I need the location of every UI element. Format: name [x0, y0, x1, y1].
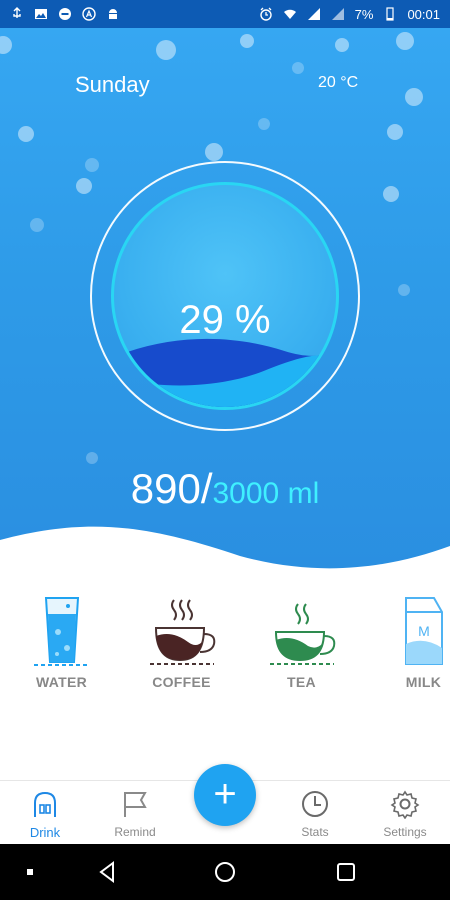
nav-label: Stats: [301, 825, 329, 839]
bubble: [398, 284, 410, 296]
bubble: [205, 143, 223, 161]
intake-current: 890/: [130, 465, 213, 512]
battery-percent: 7%: [354, 6, 374, 22]
image-icon: [34, 7, 48, 21]
svg-text:M: M: [418, 623, 430, 639]
drink-icon: [34, 791, 56, 817]
signal-icon: [307, 7, 321, 21]
nav-stats[interactable]: Stats: [275, 789, 355, 839]
clock-time: 00:01: [407, 6, 440, 22]
menu-dot-icon[interactable]: [18, 860, 42, 884]
progress-circle: [111, 182, 339, 410]
android-icon: [106, 7, 120, 21]
status-left-icons: [10, 7, 120, 21]
hero-bottom-wave: [0, 526, 450, 588]
tea-cup-icon: [269, 603, 335, 665]
clock-icon: [302, 791, 328, 817]
intake-amount: 890/3000 ml: [0, 465, 450, 513]
bubble: [405, 88, 423, 106]
flag-icon: [124, 792, 147, 817]
nav-label: Remind: [114, 825, 156, 839]
bubble: [335, 38, 349, 52]
drink-label: TEA: [287, 674, 316, 690]
bubble: [292, 62, 304, 74]
nav-settings[interactable]: Settings: [365, 789, 445, 839]
hydration-hero: Sunday 20 °C 29 % 890/3000 ml: [0, 28, 450, 588]
milk-carton-icon: M: [404, 597, 443, 665]
drink-label: WATER: [35, 674, 87, 690]
bubble: [76, 178, 92, 194]
drink-label: COFFEE: [152, 674, 211, 690]
back-icon[interactable]: [95, 860, 119, 884]
a-circle-icon: [82, 7, 96, 21]
temperature-label: 20 °C: [318, 74, 359, 91]
drink-selector: WATER COFFEE TEA M MILK: [0, 592, 450, 702]
minus-circle-icon: [58, 7, 72, 21]
status-right-icons: 7% 00:01: [259, 7, 440, 22]
bubble: [258, 118, 270, 130]
nav-label: Settings: [383, 825, 427, 839]
bubble: [383, 186, 399, 202]
drink-milk[interactable]: M MILK: [376, 592, 450, 690]
progress-percent: 29 %: [179, 298, 271, 342]
bubble: [30, 218, 44, 232]
usb-icon: [10, 7, 24, 21]
nav-label: Drink: [29, 825, 61, 840]
bubble: [85, 158, 99, 172]
signal-icon-2: [331, 7, 345, 21]
intake-total: 3000 ml: [212, 477, 320, 510]
recents-icon[interactable]: [334, 860, 358, 884]
wifi-icon: [283, 7, 297, 21]
drink-water[interactable]: WATER: [14, 592, 109, 690]
drink-tea[interactable]: TEA: [254, 592, 349, 690]
gear-icon: [390, 790, 420, 819]
alarm-icon: [259, 7, 273, 21]
nav-drink[interactable]: Drink: [5, 789, 85, 840]
drink-coffee[interactable]: COFFEE: [134, 592, 229, 690]
water-glass-icon: [33, 597, 90, 666]
bubble: [387, 124, 403, 140]
system-nav-bar: [0, 844, 450, 900]
bubble: [156, 40, 176, 60]
day-label: Sunday: [75, 72, 150, 97]
bubble: [240, 34, 254, 48]
bubble: [396, 32, 414, 50]
bubble: [86, 452, 98, 464]
drink-label: MILK: [405, 674, 442, 690]
nav-remind[interactable]: Remind: [95, 789, 175, 839]
add-drink-button[interactable]: +: [194, 764, 256, 826]
bubble: [18, 126, 34, 142]
status-bar: 7% 00:01: [0, 0, 450, 28]
home-icon[interactable]: [213, 860, 237, 884]
battery-icon: [383, 7, 397, 21]
coffee-cup-icon: [149, 599, 215, 665]
bubble: [0, 36, 12, 54]
